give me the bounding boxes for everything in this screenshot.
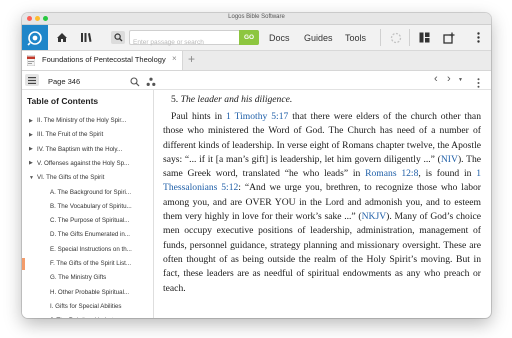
toc-item[interactable]: B. The Vocabulary of Spiritu... bbox=[50, 200, 151, 213]
toc-item-label: I. Gifts for Special Abilities bbox=[50, 302, 122, 310]
app-window: Logos Bible Software Enter passage or se… bbox=[22, 13, 491, 318]
text-run: Paul hints in bbox=[171, 111, 227, 122]
sync-button[interactable] bbox=[387, 25, 405, 50]
toc-item[interactable]: E. Special Instructions on th... bbox=[50, 243, 151, 256]
toc-item[interactable]: ▶ IV. The Baptism with the Holy... bbox=[29, 143, 151, 156]
toolbar-divider bbox=[409, 29, 410, 46]
toc-item-label: IV. The Baptism with the Holy... bbox=[37, 145, 123, 153]
go-button[interactable]: GO bbox=[239, 30, 259, 45]
toc-heading: Table of Contents bbox=[27, 96, 99, 106]
tab-close-icon[interactable]: × bbox=[172, 54, 177, 63]
sync-spinner-icon bbox=[390, 32, 402, 43]
tab-foundations-of-pentecostal-theology[interactable]: Foundations of Pentecostal Theology × bbox=[22, 51, 183, 70]
layouts-button[interactable] bbox=[415, 25, 433, 50]
body-paragraph: Paul hints in 1 Timothy 5:17 that there … bbox=[163, 110, 481, 296]
toc-item-label: F. The Gifts of the Spirit List... bbox=[50, 260, 132, 267]
toc-item[interactable]: ▶ V. Offenses against the Holy Sp... bbox=[29, 157, 151, 170]
home-icon bbox=[57, 33, 67, 42]
scripture-link-1-timothy-5-17[interactable]: 1 Timothy 5:17 bbox=[226, 111, 288, 122]
toc-item[interactable]: A. The Background for Spiri... bbox=[50, 186, 151, 199]
visual-filters-icon bbox=[146, 77, 156, 86]
toc-item-label: B. The Vocabulary of Spiritu... bbox=[50, 202, 132, 210]
add-panel-button[interactable] bbox=[440, 25, 458, 50]
logos-logo-icon bbox=[27, 30, 42, 46]
tab-label: Foundations of Pentecostal Theology bbox=[42, 55, 166, 64]
caret-right-icon[interactable]: ▶ bbox=[29, 132, 37, 138]
version-link-nkjv[interactable]: NKJV bbox=[362, 211, 387, 222]
scripture-link-romans-12-8[interactable]: Romans 12:8 bbox=[365, 168, 418, 179]
search-icon bbox=[113, 33, 122, 42]
toc-item[interactable]: I. Gifts for Special Abilities bbox=[50, 300, 151, 313]
toc-item-label: VI. The Gifts of the Spirit bbox=[37, 174, 105, 182]
tab-bar: Foundations of Pentecostal Theology × + bbox=[22, 51, 491, 71]
toc-item-label: J. The Relationship betwee... bbox=[50, 317, 130, 318]
home-button[interactable] bbox=[52, 25, 72, 50]
toc-item[interactable]: ▶ III. The Fruit of the Spirit bbox=[29, 128, 151, 141]
forward-arrow-icon[interactable]: › bbox=[447, 73, 451, 85]
toolbar-divider bbox=[380, 29, 381, 46]
toc-item[interactable]: J. The Relationship betwee... bbox=[50, 314, 151, 318]
toc-toggle-button[interactable] bbox=[25, 74, 39, 86]
toc-item-label: G. The Ministry Gifts bbox=[50, 274, 107, 282]
toc-item[interactable]: C. The Purpose of Spiritual... bbox=[50, 214, 151, 227]
library-button[interactable] bbox=[76, 25, 96, 50]
toc-item-label: II. The Ministry of the Holy Spir... bbox=[37, 117, 127, 124]
toc-item-label: E. Special Instructions on th... bbox=[50, 245, 132, 253]
menu-icon bbox=[28, 76, 36, 84]
text-run: , is found in bbox=[418, 168, 477, 180]
book-cover-icon bbox=[27, 55, 35, 66]
caret-right-icon[interactable]: ▶ bbox=[29, 118, 37, 124]
toc-selection-indicator bbox=[22, 257, 25, 270]
vertical-dots-icon bbox=[477, 78, 480, 88]
new-tab-button[interactable]: + bbox=[188, 52, 195, 66]
toc-item-label: V. Offenses against the Holy Sp... bbox=[37, 159, 130, 167]
toc-item[interactable]: F. The Gifts of the Spirit List... bbox=[50, 257, 151, 270]
section-title: The leader and his diligence. bbox=[180, 94, 293, 105]
layout-icon bbox=[419, 32, 429, 43]
caret-right-icon[interactable]: ▶ bbox=[29, 160, 37, 166]
toc-item[interactable]: ▼ VI. The Gifts of the Spirit bbox=[29, 171, 151, 184]
toc-item-label: III. The Fruit of the Spirit bbox=[37, 131, 104, 139]
toc-item-label: H. Other Probable Spiritual... bbox=[50, 288, 130, 296]
add-panel-icon bbox=[443, 32, 455, 44]
table-of-contents-panel: Table of Contents ▶ II. The Ministry of t… bbox=[22, 90, 154, 318]
toc-item-label: C. The Purpose of Spiritual... bbox=[50, 217, 130, 225]
reading-pane: 5. The leader and his diligence. Paul hi… bbox=[157, 90, 487, 318]
back-arrow-icon[interactable]: ‹ bbox=[434, 73, 438, 85]
logos-logo-button[interactable] bbox=[22, 25, 48, 50]
search-icon bbox=[130, 77, 140, 87]
caret-down-icon[interactable]: ▼ bbox=[29, 175, 37, 181]
docs-menu[interactable]: Docs bbox=[269, 25, 290, 50]
library-icon bbox=[81, 33, 92, 42]
history-dropdown-icon[interactable]: ▼ bbox=[458, 77, 463, 83]
toc-item-label: D. The Gifts Enumerated in... bbox=[50, 231, 131, 239]
text-run: ). Many of God’s choice men occupy execu… bbox=[163, 211, 482, 294]
main-toolbar: GO Docs Guides Tools bbox=[22, 25, 491, 51]
toc-item-label: A. The Background for Spiri... bbox=[50, 188, 132, 196]
toc-item[interactable]: D. The Gifts Enumerated in... bbox=[50, 228, 151, 241]
more-options-button[interactable] bbox=[472, 25, 484, 50]
toc-item[interactable]: H. Other Probable Spiritual... bbox=[50, 286, 151, 299]
search-button[interactable] bbox=[110, 25, 126, 50]
section-heading: 5. The leader and his diligence. bbox=[171, 94, 292, 105]
window-title: Logos Bible Software bbox=[228, 14, 285, 20]
toc-item[interactable]: ▶ II. The Ministry of the Holy Spir... bbox=[29, 114, 151, 127]
caret-right-icon[interactable]: ▶ bbox=[29, 146, 37, 152]
section-number: 5. bbox=[171, 94, 179, 105]
resource-navigation-bar: ‹ › ▼ bbox=[22, 71, 491, 90]
toc-item[interactable]: G. The Ministry Gifts bbox=[50, 271, 151, 284]
version-link-niv[interactable]: NIV bbox=[441, 154, 458, 165]
title-bar: Logos Bible Software bbox=[22, 13, 491, 25]
tools-menu[interactable]: Tools bbox=[345, 25, 366, 50]
guides-menu[interactable]: Guides bbox=[304, 25, 333, 50]
vertical-dots-icon bbox=[476, 32, 480, 43]
